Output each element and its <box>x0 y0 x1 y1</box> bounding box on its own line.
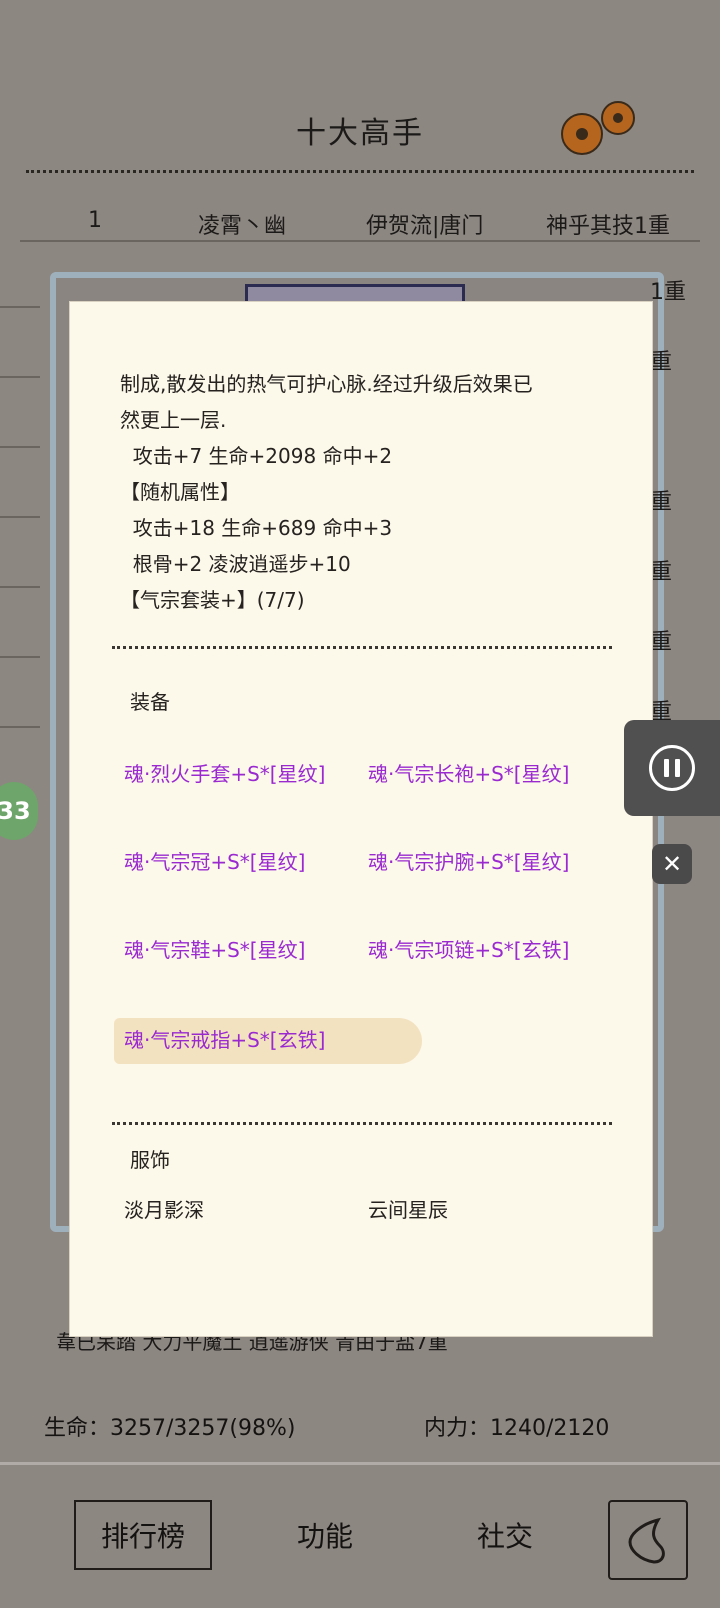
description-line: 然更上一层. <box>120 408 227 432</box>
background-frame-header <box>245 284 465 304</box>
rank-fragment: 1重 <box>650 280 686 305</box>
rank-fragment: 重 <box>650 350 673 375</box>
row-divider <box>0 516 40 518</box>
row-divider <box>0 446 40 448</box>
mp-readout: 内力：1240/2120 <box>424 1416 610 1441</box>
gear-icon[interactable] <box>552 96 648 162</box>
bottom-nav: 排行榜 功能 社交 <box>0 1470 720 1608</box>
player-skill: 神乎其技1重 <box>546 214 670 239</box>
nav-social-button[interactable]: 社交 <box>450 1500 560 1570</box>
description-line: 【气宗套装+】(7/7) <box>120 588 305 612</box>
equipment-title: 装备 <box>130 690 170 714</box>
equipment-item-selected[interactable]: 魂·气宗戒指+S*[玄铁] <box>124 1024 325 1053</box>
equipment-item[interactable]: 魂·气宗冠+S*[星纹] <box>124 846 305 875</box>
nav-function-button[interactable]: 功能 <box>270 1500 380 1570</box>
nav-rank-button[interactable]: 排行榜 <box>74 1500 212 1570</box>
pause-icon <box>649 745 695 791</box>
rank-fragment: 重 <box>650 630 673 655</box>
side-badge[interactable]: 33 <box>0 782 38 840</box>
row-divider <box>0 656 40 658</box>
close-icon[interactable]: ✕ <box>652 844 692 884</box>
equipment-item[interactable]: 魂·气宗长袍+S*[星纹] <box>368 758 569 787</box>
rank-row[interactable]: 1 凌霄丶幽 伊贺流|唐门 神乎其技1重 <box>0 198 720 246</box>
pause-button[interactable] <box>624 720 720 816</box>
row-divider <box>20 240 700 242</box>
back-arrow-icon <box>628 1517 665 1564</box>
row-divider <box>0 586 40 588</box>
row-divider <box>0 726 40 728</box>
divider <box>112 646 612 649</box>
description-line: 攻击+18 生命+689 命中+3 <box>120 516 393 540</box>
rank-fragment: 重 <box>650 560 673 585</box>
equipment-item[interactable]: 魂·气宗鞋+S*[星纹] <box>124 934 305 963</box>
description-line: 根骨+2 凌波逍遥步+10 <box>120 552 351 576</box>
row-divider <box>0 306 40 308</box>
equipment-item[interactable]: 魂·烈火手套+S*[星纹] <box>124 758 325 787</box>
costume-item[interactable]: 淡月影深 <box>124 1194 204 1223</box>
costume-item[interactable]: 云间星辰 <box>368 1194 448 1223</box>
hp-readout: 生命：3257/3257(98%) <box>44 1416 296 1441</box>
item-detail-modal: 制成,散发出的热气可护心脉.经过升级后效果已 然更上一层. 攻击+7 生命+20… <box>70 302 652 1336</box>
costume-title: 服饰 <box>130 1148 170 1172</box>
equipment-item[interactable]: 魂·气宗护腕+S*[星纹] <box>368 846 569 875</box>
player-school: 伊贺流|唐门 <box>366 214 484 239</box>
divider <box>0 1462 720 1465</box>
item-description: 制成,散发出的热气可护心脉.经过升级后效果已 然更上一层. 攻击+7 生命+20… <box>120 366 640 618</box>
divider <box>26 170 694 173</box>
player-name: 凌霄丶幽 <box>198 214 287 239</box>
rank-fragment: 重 <box>650 490 673 515</box>
description-line: 制成,散发出的热气可护心脉.经过升级后效果已 <box>120 372 533 396</box>
divider <box>112 1122 612 1125</box>
rank-number: 1 <box>88 208 102 233</box>
description-line: 攻击+7 生命+2098 命中+2 <box>120 444 393 468</box>
description-line: 【随机属性】 <box>120 480 240 504</box>
row-divider <box>0 376 40 378</box>
equipment-item[interactable]: 魂·气宗项链+S*[玄铁] <box>368 934 569 963</box>
back-button[interactable] <box>608 1500 688 1580</box>
